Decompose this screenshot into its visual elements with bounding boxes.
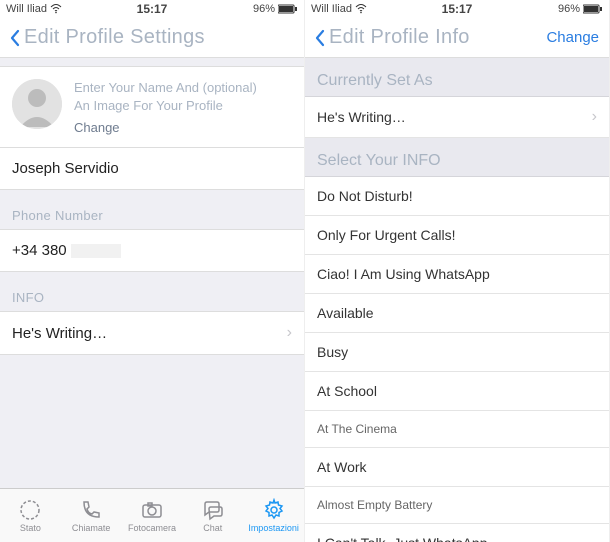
profile-placeholder-line2: An Image For Your Profile xyxy=(74,97,292,115)
phone-value: +34 380 xyxy=(12,242,121,259)
battery-icon xyxy=(583,4,603,14)
status-option[interactable]: I Can't Talk, Just WhatsApp xyxy=(305,524,609,542)
wifi-icon xyxy=(355,4,367,14)
current-status-value: He's Writing… xyxy=(317,109,406,125)
status-option[interactable]: Do Not Disturb! xyxy=(305,177,609,216)
tab-stato[interactable]: Stato xyxy=(0,489,61,542)
name-value: Joseph Servidio xyxy=(12,160,119,177)
change-button[interactable]: Change xyxy=(546,29,599,46)
tab-fotocamera[interactable]: Fotocamera xyxy=(122,489,183,542)
phone-icon xyxy=(79,498,103,522)
status-option[interactable]: At School xyxy=(305,372,609,411)
status-bar: Will Iliad 15:17 96% xyxy=(0,0,304,18)
screen-body: Currently Set As He's Writing… › Select … xyxy=(305,58,609,542)
status-option[interactable]: Almost Empty Battery xyxy=(305,487,609,524)
phone-number-cell: +34 380 xyxy=(0,229,304,272)
battery-pct: 96% xyxy=(253,3,275,15)
chevron-left-icon xyxy=(8,28,22,48)
camera-icon xyxy=(140,498,164,522)
back-button[interactable] xyxy=(313,28,327,48)
status-option[interactable]: At Work xyxy=(305,448,609,487)
chevron-right-icon: › xyxy=(592,108,597,126)
select-info-header: Select Your INFO xyxy=(305,138,609,177)
carrier-label: Will Iliad xyxy=(311,3,352,15)
nav-bar: Edit Profile Info Change xyxy=(305,18,609,58)
current-status-row[interactable]: He's Writing… › xyxy=(305,97,609,138)
tab-chat[interactable]: Chat xyxy=(182,489,243,542)
screen-edit-profile-settings: Will Iliad 15:17 96% Edit Profile Settin… xyxy=(0,0,305,542)
nav-title: Edit Profile Info xyxy=(329,26,470,49)
status-option[interactable]: At The Cinema xyxy=(305,411,609,448)
status-option[interactable]: Available xyxy=(305,294,609,333)
name-input-cell[interactable]: Joseph Servidio xyxy=(0,148,304,190)
status-bar: Will Iliad 15:17 96% xyxy=(305,0,609,18)
chevron-right-icon: › xyxy=(287,324,292,342)
screen-edit-profile-info: Will Iliad 15:17 96% Edit Profile Info C… xyxy=(305,0,610,542)
carrier-label: Will Iliad xyxy=(6,3,47,15)
settings-gear-icon xyxy=(262,498,286,522)
chevron-left-icon xyxy=(313,28,327,48)
chat-icon xyxy=(201,498,225,522)
info-status-cell[interactable]: He's Writing… › xyxy=(0,311,304,355)
phone-masked xyxy=(71,244,121,258)
info-section-header: INFO xyxy=(0,272,304,311)
status-option[interactable]: Ciao! I Am Using WhatsApp xyxy=(305,255,609,294)
battery-icon xyxy=(278,4,298,14)
phone-section-header: Phone Number xyxy=(0,190,304,229)
back-button[interactable] xyxy=(8,28,22,48)
change-photo-link[interactable]: Change xyxy=(74,120,292,135)
avatar[interactable] xyxy=(12,79,62,129)
currently-set-header: Currently Set As xyxy=(305,58,609,97)
tab-bar: Stato Chiamate Fotocamera Chat Impostazi… xyxy=(0,488,304,542)
tab-impostazioni[interactable]: Impostazioni xyxy=(243,489,304,542)
profile-row[interactable]: Enter Your Name And (optional) An Image … xyxy=(0,66,304,148)
nav-bar: Edit Profile Settings xyxy=(0,18,304,58)
nav-title: Edit Profile Settings xyxy=(24,26,205,49)
screen-body: Enter Your Name And (optional) An Image … xyxy=(0,58,304,488)
wifi-icon xyxy=(50,4,62,14)
tab-chiamate[interactable]: Chiamate xyxy=(61,489,122,542)
status-option[interactable]: Busy xyxy=(305,333,609,372)
status-ring-icon xyxy=(18,498,42,522)
info-current-value: He's Writing… xyxy=(12,325,107,342)
battery-pct: 96% xyxy=(558,3,580,15)
profile-placeholder-line1: Enter Your Name And (optional) xyxy=(74,79,292,97)
status-option[interactable]: Only For Urgent Calls! xyxy=(305,216,609,255)
